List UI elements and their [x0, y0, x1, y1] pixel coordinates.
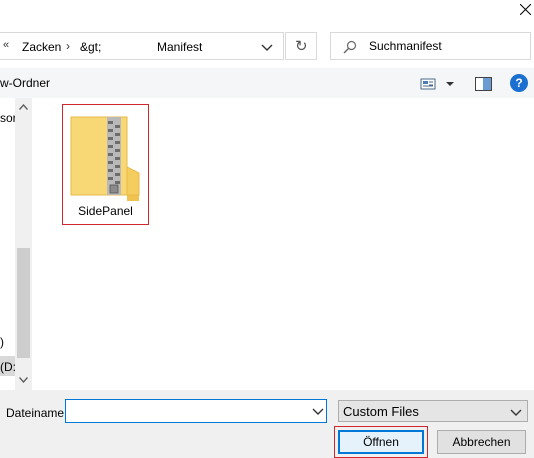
- filename-label: Dateiname:: [6, 406, 68, 420]
- close-icon: [520, 4, 531, 15]
- chevron-down-icon: [312, 408, 324, 415]
- refresh-icon: ↻: [295, 38, 308, 55]
- new-folder-button[interactable]: w-Ordner: [0, 76, 50, 90]
- file-item-sidepanel[interactable]: SidePanel: [62, 104, 149, 225]
- zip-folder-icon: [69, 111, 141, 203]
- filename-combobox[interactable]: [65, 399, 327, 423]
- change-view-button[interactable]: [420, 76, 458, 92]
- scrollbar-thumb[interactable]: [17, 248, 30, 358]
- nav-item[interactable]: ): [0, 335, 4, 349]
- back-chevrons-icon[interactable]: «: [3, 39, 9, 51]
- bottom-panel: Dateiname: Custom Files Öffnen Abbrechen: [0, 390, 534, 458]
- nav-scrollbar[interactable]: [15, 98, 32, 390]
- help-button[interactable]: ?: [510, 74, 528, 92]
- filename-dropdown-button[interactable]: [309, 402, 327, 420]
- preview-pane-icon: [475, 77, 492, 91]
- nav-item-selected[interactable]: (D:: [0, 356, 16, 376]
- breadcrumb-item-zacken[interactable]: Zacken: [22, 40, 61, 54]
- cancel-button[interactable]: Abbrechen: [437, 430, 526, 454]
- filetype-select[interactable]: Custom Files: [338, 400, 528, 422]
- breadcrumb-item-manifest[interactable]: Manifest: [157, 40, 202, 54]
- close-button[interactable]: [516, 0, 534, 20]
- scroll-up-icon[interactable]: [15, 100, 32, 114]
- scroll-down-icon[interactable]: [15, 374, 32, 388]
- filename-input[interactable]: [69, 403, 301, 419]
- address-dropdown-button[interactable]: [258, 38, 276, 56]
- breadcrumb-separator-icon[interactable]: ›: [66, 39, 70, 53]
- search-box[interactable]: [330, 32, 531, 60]
- chevron-down-icon: [261, 44, 273, 51]
- search-input[interactable]: [369, 38, 527, 54]
- preview-pane-button[interactable]: [474, 76, 494, 92]
- breadcrumb-item-gt[interactable]: &gt;: [80, 40, 101, 54]
- filetype-value: Custom Files: [343, 404, 419, 419]
- file-name-label: SidePanel: [78, 204, 133, 218]
- search-icon: [343, 40, 357, 54]
- chevron-down-icon: [510, 409, 522, 416]
- open-button[interactable]: Öffnen: [338, 430, 424, 454]
- address-bar[interactable]: « Zacken › &gt; Manifest: [0, 32, 284, 60]
- refresh-button[interactable]: ↻: [285, 32, 317, 60]
- view-options-icon: [420, 78, 454, 90]
